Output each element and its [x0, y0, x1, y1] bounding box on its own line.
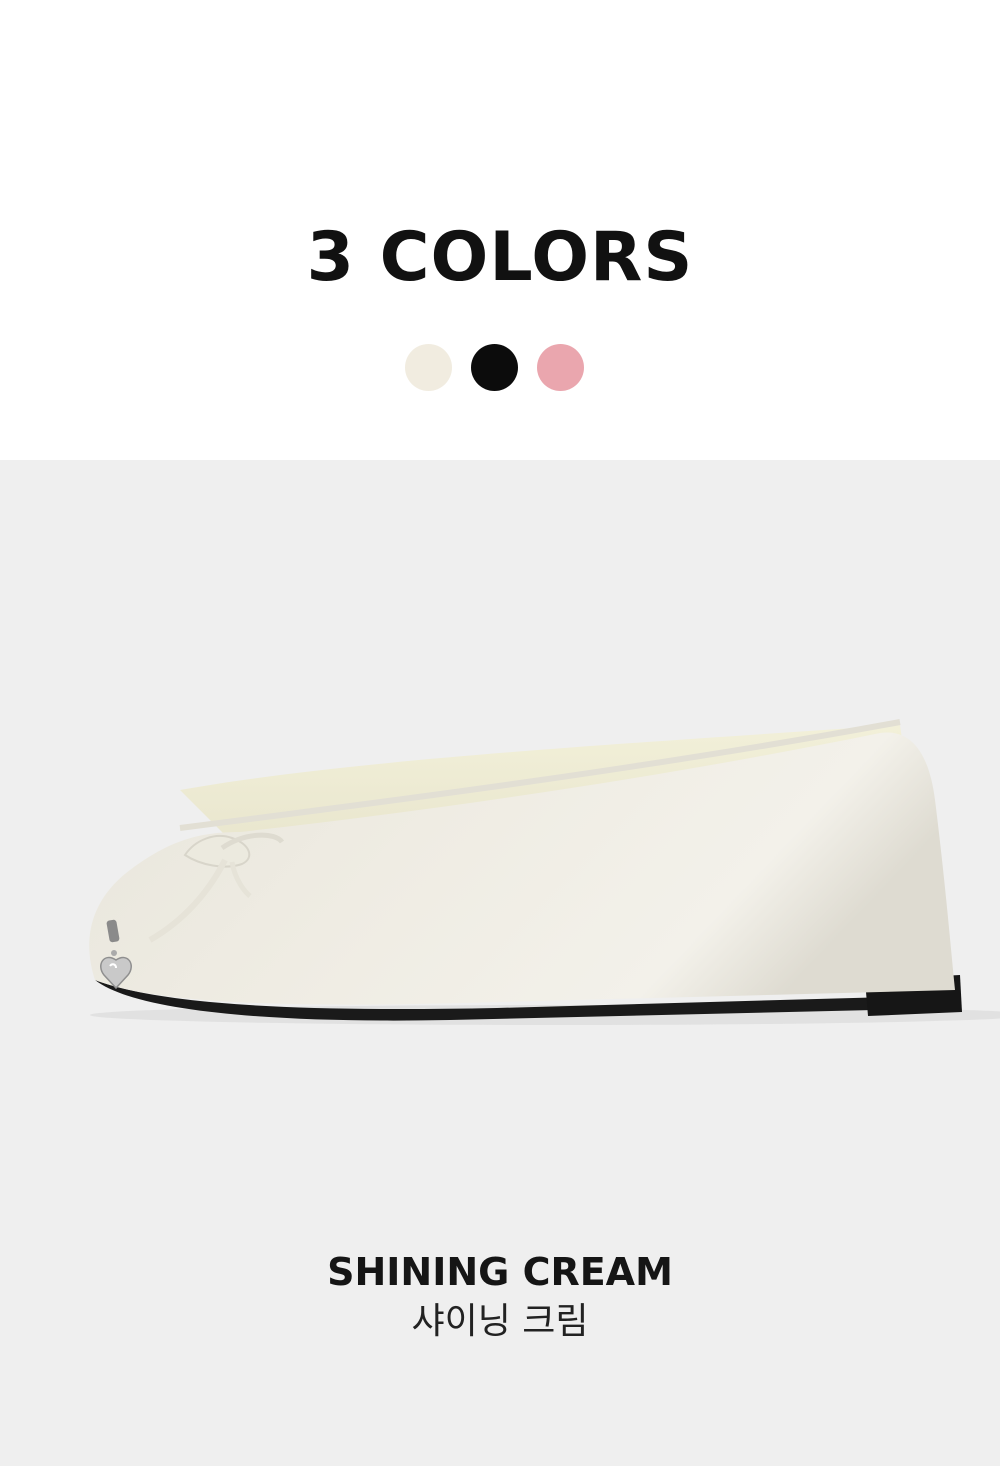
colors-heading: 3 COLORS [306, 218, 694, 297]
color-swatch-row [405, 344, 585, 392]
color-swatch-cream[interactable] [405, 344, 452, 391]
header-section: 3 COLORS [0, 0, 1000, 460]
color-swatch-black[interactable] [471, 344, 518, 391]
color-name-english: SHINING CREAM [327, 1250, 673, 1294]
color-name-korean: 샤이닝 크림 [411, 1301, 589, 1342]
color-swatch-pink[interactable] [537, 344, 584, 391]
